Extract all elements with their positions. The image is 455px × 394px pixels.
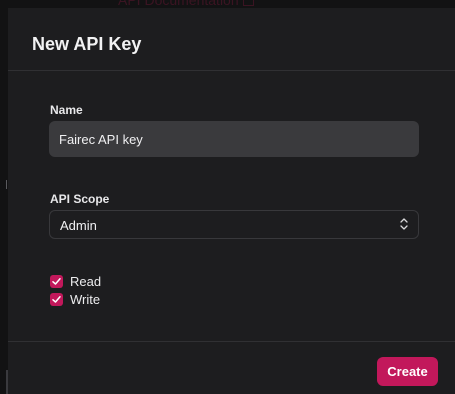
- read-checkbox-label: Read: [70, 273, 102, 289]
- api-documentation-link[interactable]: API Documentation: [118, 0, 254, 8]
- checkmark-icon: [52, 277, 61, 285]
- api-scope-select[interactable]: Admin: [49, 210, 419, 239]
- api-scope-selected-value: Admin: [60, 218, 97, 233]
- write-permission-row[interactable]: Write: [50, 291, 100, 307]
- create-button[interactable]: Create: [377, 357, 438, 386]
- api-scope-label: API Scope: [50, 192, 110, 206]
- dialog-title: New API Key: [32, 34, 142, 54]
- read-permission-row[interactable]: Read: [50, 273, 101, 289]
- name-label: Name: [50, 103, 83, 117]
- checkmark-icon: [52, 295, 61, 303]
- chevron-up-down-icon: [400, 218, 408, 230]
- write-checkbox[interactable]: [50, 292, 63, 306]
- write-checkbox-label: Write: [70, 291, 101, 307]
- name-input[interactable]: [49, 121, 419, 157]
- external-link-icon: [242, 0, 254, 6]
- api-documentation-link-label: API Documentation: [118, 0, 239, 8]
- new-api-key-dialog: New API Key Name API Scope Admin Read Wr…: [8, 8, 455, 394]
- background-edge-mark: [6, 180, 7, 189]
- dialog-footer: Create: [8, 341, 455, 394]
- read-checkbox[interactable]: [50, 274, 63, 288]
- dialog-header: New API Key: [8, 8, 455, 71]
